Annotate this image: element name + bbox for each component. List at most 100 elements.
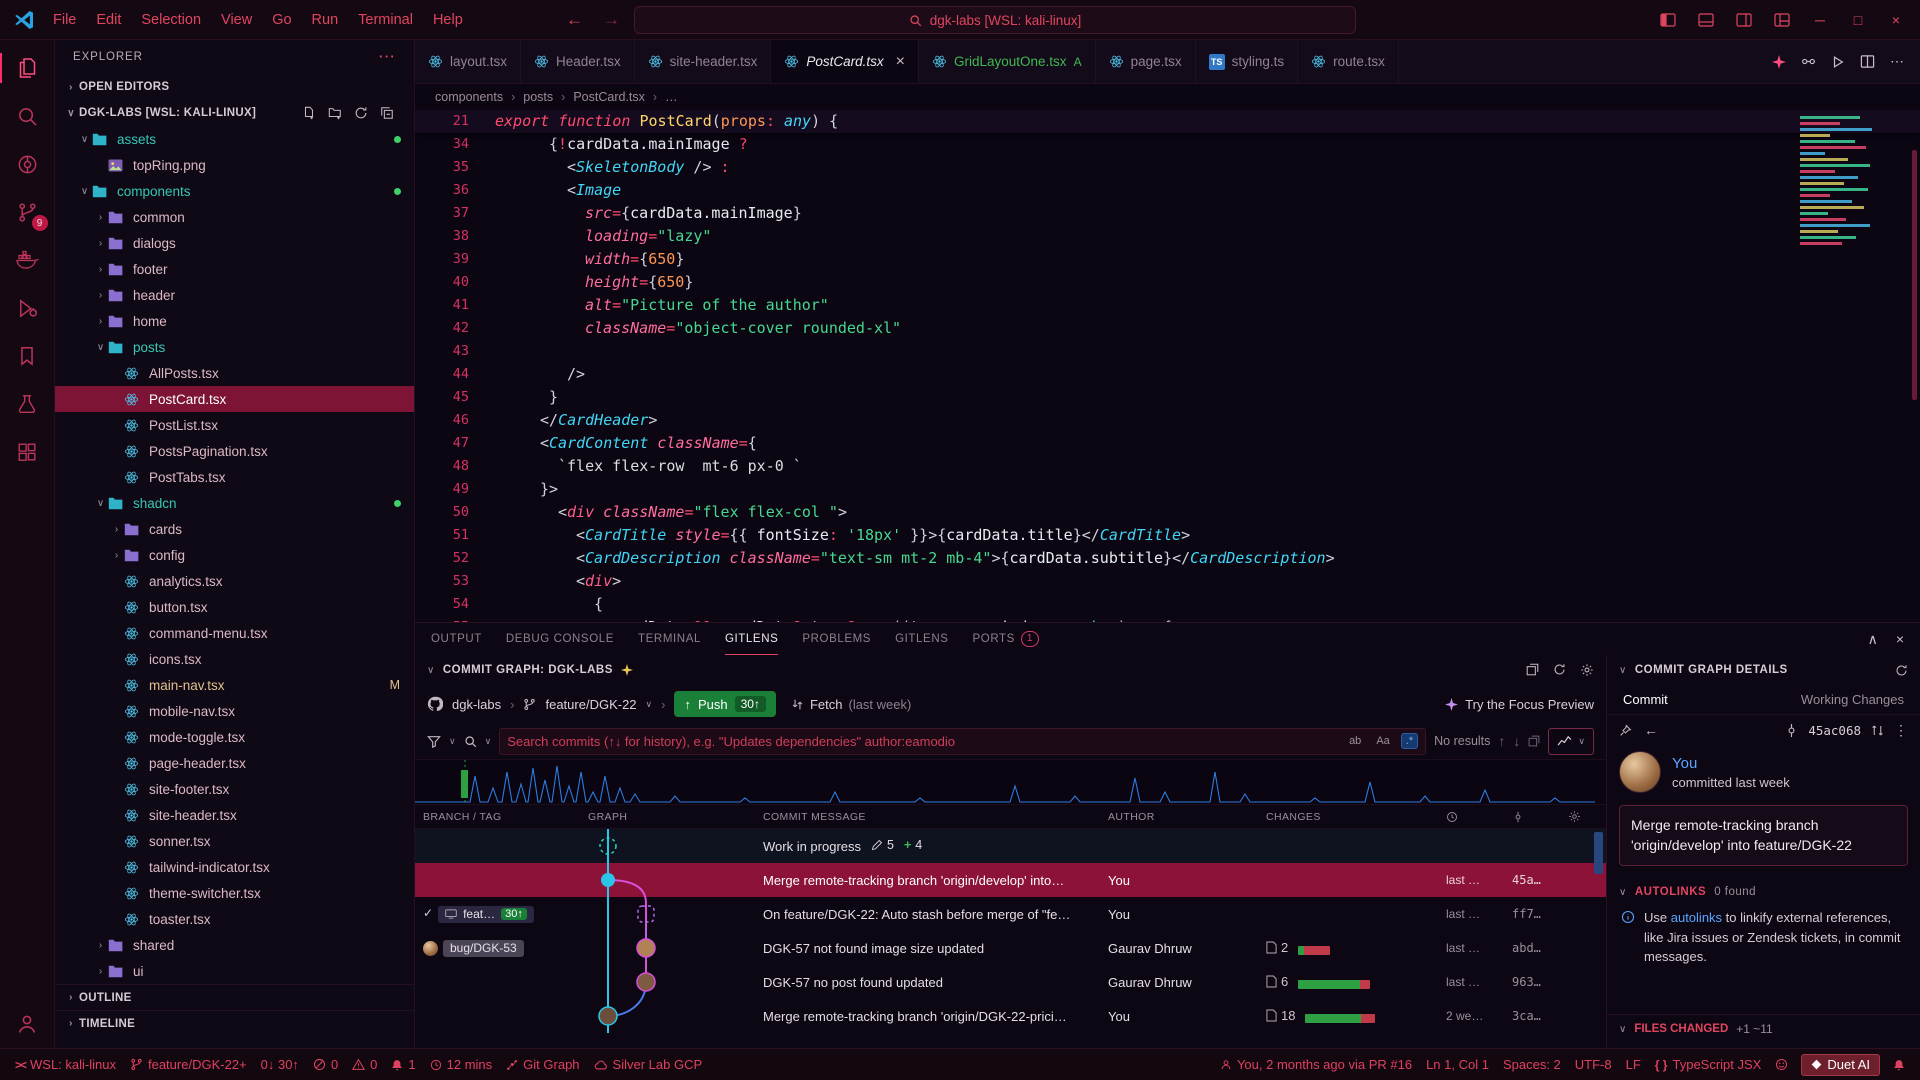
panel-tab-debug-console[interactable]: DEBUG CONSOLE bbox=[506, 623, 614, 655]
open-changes-icon[interactable] bbox=[1801, 54, 1816, 69]
status-git-graph[interactable]: Git Graph bbox=[499, 1049, 586, 1080]
tree-item-mobile-nav-tsx[interactable]: mobile-nav.tsx bbox=[55, 698, 414, 724]
commit-row-3[interactable]: bug/DGK-53DGK-57 not found image size up… bbox=[415, 931, 1606, 965]
menu-run[interactable]: Run bbox=[303, 8, 348, 32]
chevron-down-icon[interactable]: ∨ bbox=[427, 665, 435, 676]
column-branch-tag[interactable]: BRANCH / TAG bbox=[415, 811, 580, 823]
commit-row-0[interactable]: Work in progress 5+ 4 bbox=[415, 829, 1606, 863]
status-alerts[interactable]: 1 bbox=[384, 1049, 422, 1080]
status-language-mode[interactable]: { }TypeScript JSX bbox=[1648, 1057, 1769, 1072]
panel-close-icon[interactable]: × bbox=[1896, 631, 1904, 648]
minimize-icon[interactable]: ─ bbox=[1802, 4, 1838, 36]
rows-scrollbar-thumb[interactable] bbox=[1594, 832, 1603, 874]
tree-item-shadcn[interactable]: ∨shadcn bbox=[55, 490, 414, 516]
status-warnings[interactable]: 0 bbox=[345, 1049, 384, 1080]
autolinks-section-header[interactable]: ∨ AUTOLINKS 0 found bbox=[1607, 876, 1920, 902]
more-actions-icon[interactable]: ⋯ bbox=[1890, 53, 1904, 70]
breadcrumb-item[interactable]: … bbox=[665, 90, 678, 104]
tree-item-ui[interactable]: ›ui bbox=[55, 958, 414, 984]
tab-header-tsx[interactable]: Header.tsx bbox=[521, 40, 635, 83]
tree-item-config[interactable]: ›config bbox=[55, 542, 414, 568]
tree-item-posts[interactable]: ∨posts bbox=[55, 334, 414, 360]
timeline-section[interactable]: › TIMELINE bbox=[55, 1010, 414, 1036]
menu-view[interactable]: View bbox=[212, 8, 261, 32]
compare-icon[interactable] bbox=[1871, 724, 1884, 737]
branch-chip[interactable]: bug/DGK-53 bbox=[443, 940, 524, 957]
breadcrumb-item[interactable]: PostCard.tsx bbox=[573, 90, 645, 104]
tree-item-common[interactable]: ›common bbox=[55, 204, 414, 230]
column-changes[interactable]: CHANGES bbox=[1258, 811, 1438, 823]
tree-item-command-menu-tsx[interactable]: command-menu.tsx bbox=[55, 620, 414, 646]
tree-item-footer[interactable]: ›footer bbox=[55, 256, 414, 282]
commit-activity-ribbon[interactable] bbox=[415, 759, 1606, 805]
status-notifications[interactable] bbox=[1886, 1059, 1912, 1071]
outline-section[interactable]: › OUTLINE bbox=[55, 984, 414, 1010]
tree-item-assets[interactable]: ∨assets bbox=[55, 126, 414, 152]
open-in-editor-icon[interactable] bbox=[1526, 663, 1539, 677]
kebab-menu-icon[interactable]: ⋮ bbox=[1894, 722, 1908, 739]
tab-working-changes[interactable]: Working Changes bbox=[1801, 692, 1904, 707]
branch-chip[interactable]: feat…30↑ bbox=[438, 906, 534, 923]
new-file-icon[interactable] bbox=[302, 106, 316, 120]
tree-item-tailwind-indicator-tsx[interactable]: tailwind-indicator.tsx bbox=[55, 854, 414, 880]
tree-item-analytics-tsx[interactable]: analytics.tsx bbox=[55, 568, 414, 594]
commit-row-5[interactable]: Merge remote-tracking branch 'origin/DGK… bbox=[415, 999, 1606, 1033]
sparkle-icon[interactable] bbox=[1772, 55, 1786, 69]
match-whole-word-toggle[interactable]: ab bbox=[1345, 734, 1365, 748]
filter-icon[interactable] bbox=[427, 735, 441, 748]
forward-arrow-icon[interactable]: → bbox=[603, 10, 620, 30]
minimap[interactable] bbox=[1794, 114, 1898, 264]
split-editor-icon[interactable] bbox=[1860, 54, 1875, 69]
activity-extensions[interactable] bbox=[0, 428, 55, 476]
status-remote-indicator[interactable]: ><WSL: kali-linux bbox=[8, 1049, 123, 1080]
activity-source-control[interactable]: 9 bbox=[0, 188, 55, 236]
refresh-icon[interactable] bbox=[1553, 663, 1566, 677]
tab-commit[interactable]: Commit bbox=[1623, 692, 1668, 707]
close-tab-icon[interactable]: × bbox=[896, 54, 905, 70]
status-eol[interactable]: LF bbox=[1619, 1057, 1648, 1072]
status-session-timer[interactable]: 12 mins bbox=[423, 1049, 500, 1080]
more-actions-icon[interactable]: ⋯ bbox=[378, 47, 396, 67]
commit-row-1[interactable]: Merge remote-tracking branch 'origin/dev… bbox=[415, 863, 1606, 897]
panel-tab-output[interactable]: OUTPUT bbox=[431, 623, 482, 655]
menu-selection[interactable]: Selection bbox=[132, 8, 210, 32]
files-changed-section-header[interactable]: ∨ FILES CHANGED +1 ~11 bbox=[1607, 1014, 1920, 1048]
date-toggle-icon[interactable] bbox=[1438, 811, 1504, 823]
tree-item-theme-switcher-tsx[interactable]: theme-switcher.tsx bbox=[55, 880, 414, 906]
panel-tab-gitlens[interactable]: GITLENS bbox=[895, 623, 948, 655]
tree-item-toaster-tsx[interactable]: toaster.tsx bbox=[55, 906, 414, 932]
tab-page-tsx[interactable]: page.tsx bbox=[1096, 40, 1196, 83]
panel-maximize-icon[interactable]: ∧ bbox=[1868, 631, 1878, 648]
tree-item-shared[interactable]: ›shared bbox=[55, 932, 414, 958]
activity-gitlens[interactable] bbox=[0, 140, 55, 188]
back-arrow-icon[interactable]: ← bbox=[566, 10, 583, 30]
tab-styling-ts[interactable]: TSstyling.ts bbox=[1196, 40, 1299, 83]
maximize-icon[interactable]: □ bbox=[1840, 4, 1876, 36]
tree-item-main-nav-tsx[interactable]: main-nav.tsxM bbox=[55, 672, 414, 698]
tree-item-posttabs-tsx[interactable]: PostTabs.tsx bbox=[55, 464, 414, 490]
breadcrumb-item[interactable]: posts bbox=[523, 90, 553, 104]
tab-gridlayoutone-tsx[interactable]: GridLayoutOne.tsxA bbox=[919, 40, 1096, 83]
status-encoding[interactable]: UTF-8 bbox=[1568, 1057, 1619, 1072]
chevron-down-icon[interactable]: ∨ bbox=[449, 736, 456, 747]
table-settings-icon[interactable] bbox=[1560, 810, 1606, 823]
search-type-icon[interactable] bbox=[464, 735, 477, 748]
toggle-secondary-sidebar-icon[interactable] bbox=[1726, 4, 1762, 36]
fetch-button[interactable]: Fetch (last week) bbox=[791, 697, 911, 712]
chevron-down-icon[interactable]: ∨ bbox=[485, 736, 492, 747]
tree-item-site-header-tsx[interactable]: site-header.tsx bbox=[55, 802, 414, 828]
chevron-down-icon[interactable]: ∨ bbox=[1619, 665, 1627, 676]
tree-item-dialogs[interactable]: ›dialogs bbox=[55, 230, 414, 256]
push-button[interactable]: ↑ Push 30↑ bbox=[674, 691, 776, 717]
panel-tab-terminal[interactable]: TERMINAL bbox=[638, 623, 701, 655]
command-center-search[interactable]: dgk-labs [WSL: kali-linux] bbox=[634, 6, 1356, 34]
menu-edit[interactable]: Edit bbox=[87, 8, 130, 32]
tree-item-header[interactable]: ›header bbox=[55, 282, 414, 308]
tab-site-header-tsx[interactable]: site-header.tsx bbox=[635, 40, 772, 83]
tree-item-postspagination-tsx[interactable]: PostsPagination.tsx bbox=[55, 438, 414, 464]
sha-toggle-icon[interactable] bbox=[1504, 811, 1560, 823]
tab-postcard-tsx[interactable]: PostCard.tsx× bbox=[771, 40, 919, 83]
tree-item-postcard-tsx[interactable]: PostCard.tsx bbox=[55, 386, 414, 412]
match-case-toggle[interactable]: Aa bbox=[1372, 734, 1393, 748]
status-git-sync[interactable]: 0↓ 30↑ bbox=[254, 1049, 306, 1080]
